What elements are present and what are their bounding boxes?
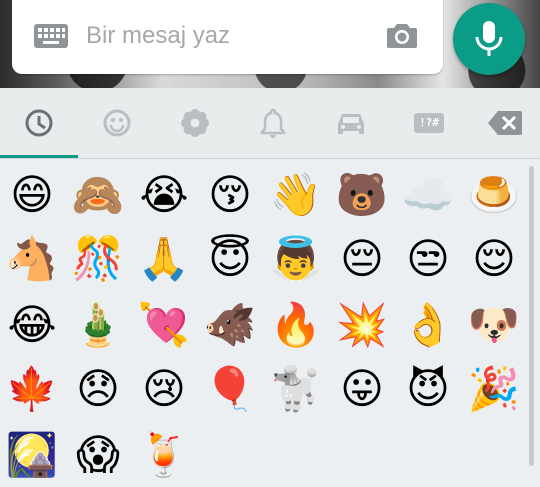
emoji-sob[interactable]: 😭	[132, 163, 196, 227]
recent-clock-icon	[25, 109, 53, 137]
emoji-confetti-ball[interactable]: 🎊	[66, 227, 130, 291]
emoji-ok-hand[interactable]: 👌	[396, 293, 460, 357]
emoji-scream[interactable]: 😱	[66, 423, 130, 487]
message-input-bar[interactable]: Bir mesaj yaz	[12, 0, 443, 74]
tab-smileys[interactable]	[78, 88, 156, 158]
emoji-tada[interactable]: 🎉	[462, 357, 526, 421]
keyboard-icon[interactable]	[34, 24, 68, 48]
emoji-disappointed[interactable]: 😞	[66, 357, 130, 421]
emoji-tongue[interactable]: 😛	[330, 357, 394, 421]
emoji-relieved[interactable]: 😌	[462, 227, 526, 291]
emoji-unamused[interactable]: 😒	[396, 227, 460, 291]
car-icon	[338, 114, 364, 134]
emoji-bamboo[interactable]: 🎍	[66, 293, 130, 357]
emoji-fire[interactable]: 🔥	[264, 293, 328, 357]
emoji-grid-scrollbar[interactable]	[529, 166, 534, 466]
emoji-smiling-imp[interactable]: 😈	[396, 357, 460, 421]
emoji-bear[interactable]: 🐻	[330, 163, 394, 227]
tab-recent[interactable]	[0, 88, 78, 158]
emoji-category-tabs: !?#	[0, 88, 540, 159]
bell-icon	[260, 108, 286, 138]
emoji-wave[interactable]: 👋	[264, 163, 328, 227]
emoji-see-no-evil-monkey[interactable]: 🙈	[66, 163, 130, 227]
emoji-cupid[interactable]: 💘	[132, 293, 196, 357]
emoji-pensive[interactable]: 😔	[330, 227, 394, 291]
emoji-joy[interactable]: 😂	[0, 293, 64, 357]
emoji-balloon[interactable]: 🎈	[198, 357, 262, 421]
emoji-angel[interactable]: 👼	[264, 227, 328, 291]
emoji-pray[interactable]: 🙏	[132, 227, 196, 291]
emoji-dog[interactable]: 🐶	[462, 293, 526, 357]
symbols-icon: !?#	[414, 113, 444, 133]
emoji-boar[interactable]: 🐗	[198, 293, 262, 357]
emoji-maple-leaf[interactable]: 🍁	[0, 357, 64, 421]
emoji-kissing-closed-eyes[interactable]: 😚	[198, 163, 262, 227]
microphone-button[interactable]	[453, 3, 525, 75]
emoji-smile[interactable]: 😄	[0, 163, 64, 227]
emoji-custard[interactable]: 🍮	[462, 163, 526, 227]
emoji-rice-scene[interactable]: 🎑	[0, 423, 64, 487]
camera-icon[interactable]	[387, 22, 417, 48]
smiley-icon	[103, 109, 131, 137]
active-tab-indicator	[0, 155, 78, 158]
emoji-boom[interactable]: 💥	[330, 293, 394, 357]
microphone-icon	[475, 21, 503, 56]
tab-objects[interactable]	[234, 88, 312, 158]
tab-symbols[interactable]: !?#	[390, 88, 468, 158]
backspace-button[interactable]	[466, 88, 540, 158]
emoji-tropical-drink[interactable]: 🍹	[132, 423, 196, 487]
emoji-cry[interactable]: 😢	[132, 357, 196, 421]
message-input-placeholder[interactable]: Bir mesaj yaz	[86, 22, 230, 50]
emoji-grid: 😄 🙈 😭 😚 👋 🐻 ☁️ 🍮 🐴 🎊 🙏 😇 👼 😔 😒 😌 😂 🎍 💘 🐗…	[0, 159, 528, 481]
emoji-cloud[interactable]: ☁️	[396, 163, 460, 227]
tab-nature[interactable]	[156, 88, 234, 158]
emoji-innocent[interactable]: 😇	[198, 227, 262, 291]
emoji-poodle[interactable]: 🐩	[264, 357, 328, 421]
backspace-icon	[488, 111, 522, 135]
emoji-horse[interactable]: 🐴	[0, 227, 64, 291]
tab-places[interactable]	[312, 88, 390, 158]
flower-gear-icon	[181, 109, 209, 137]
